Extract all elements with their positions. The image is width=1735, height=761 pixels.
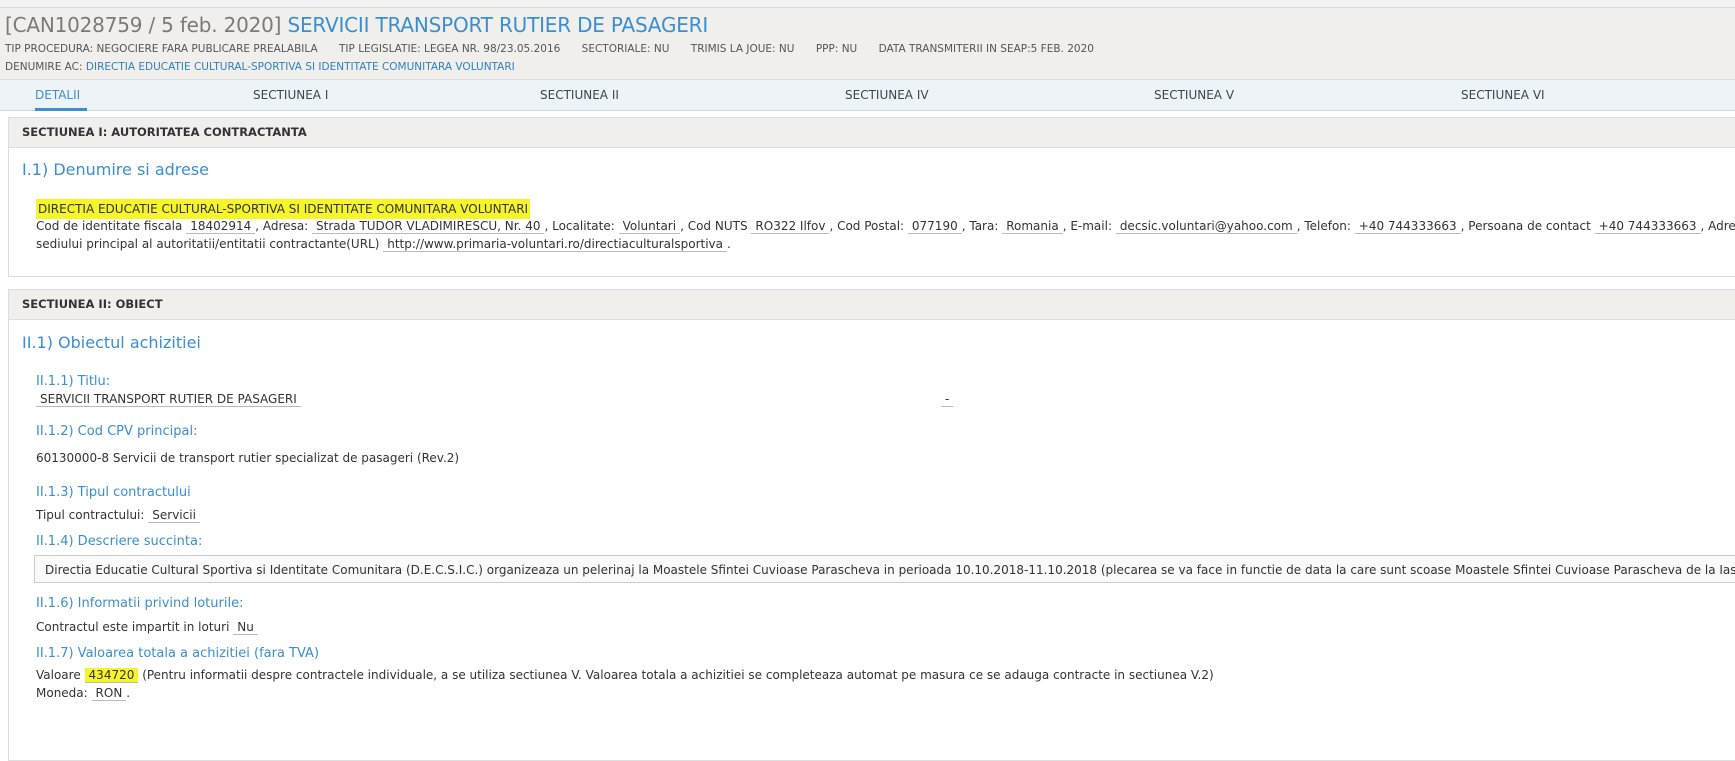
postal-value: 077190 [907,219,962,234]
titlu-label: II.1.1) Titlu: [36,374,111,389]
tara-label: , Tara: [961,219,999,233]
telefon-label: , Telefon: [1296,219,1351,233]
descriere-label: II.1.4) Descriere succinta: [36,534,203,549]
section-ii-header: SECTIUNEA II: OBIECT [9,290,1735,320]
adresa-trunc: , Adres [1700,219,1735,233]
titlu-value: SERVICII TRANSPORT RUTIER DE PASAGERI [36,392,301,407]
meta-legislatie: TIP LEGISLATIE: LEGEA NR. 98/23.05.2016 [339,43,561,55]
tara-value: Romania [1002,219,1063,234]
moneda-value: RON [91,686,127,701]
denumire-label: DENUMIRE AC: [5,61,83,73]
valoare-field-label: Valoare [36,668,81,682]
url-value[interactable]: http://www.primaria-voluntari.ro/directi… [383,237,727,252]
moneda-row: Moneda: RON. [36,686,131,701]
notice-header: [CAN1028759 / 5 feb. 2020] SERVICII TRAN… [0,8,1735,80]
nuts-value: RO322 Ilfov [751,219,830,234]
meta-sectoriale: SECTORIALE: NU [581,43,670,55]
cpv-label: II.1.2) Cod CPV principal: [36,424,198,439]
denumire-link[interactable]: DIRECTIA EDUCATIE CULTURAL-SPORTIVA SI I… [86,61,515,73]
meta-ppp: PPP: NU [815,43,858,55]
telefon-value: +40 744333663 [1354,219,1461,234]
descriere-box: Directia Educatie Cultural Sportiva si I… [34,555,1735,583]
localitate-value: Voluntari [618,219,681,234]
moneda-end: . [126,686,131,700]
titlu-dash-row: - [941,392,954,407]
cod-fiscal-value: 18402914 [186,219,256,234]
org-name: DIRECTIA EDUCATIE CULTURAL-SPORTIVA SI I… [36,199,531,219]
tip-field-label: Tipul contractului: [36,508,145,522]
postal-label: , Cod Postal: [829,219,905,233]
denumire-ac: DENUMIRE AC: DIRECTIA EDUCATIE CULTURAL-… [5,61,515,73]
tab-bar: DETALII SECTIUNEA I SECTIUNEA II SECTIUN… [0,80,1735,111]
valoare-note: (Pentru informatii despre contractele in… [142,668,1214,682]
valoare-value: 434720 [84,668,139,683]
moneda-label: Moneda: [36,686,88,700]
section-i-subtitle: I.1) Denumire si adrese [22,160,210,179]
tab-detalii[interactable]: DETALII [35,88,80,102]
url-label: sediului principal al autoritatii/entita… [36,237,380,251]
contact-value: +40 744333663 [1594,219,1701,234]
email-label: , E-mail: [1062,219,1112,233]
valoare-label: II.1.7) Valoarea totala a achizitiei (fa… [36,646,320,661]
valoare-row: Valoare 434720 (Pentru informatii despre… [36,668,1214,683]
loturi-row: Contractul este impartit in loturi Nu [36,620,258,635]
tab-sectiunea-v[interactable]: SECTIUNEA V [1154,88,1234,102]
notice-meta: TIP PROCEDURA: NEGOCIERE FARA PUBLICARE … [5,43,1112,55]
section-ii-subtitle: II.1) Obiectul achizitiei [22,333,201,352]
loturi-value: Nu [233,620,258,635]
email-value[interactable]: decsic.voluntari@yahoo.com [1115,219,1297,234]
tab-sectiunea-ii[interactable]: SECTIUNEA II [540,88,619,102]
titlu-dash: - [941,392,954,407]
meta-data-transmiterii: DATA TRANSMITERII IN SEAP:5 FEB. 2020 [878,43,1094,55]
cpv-value: 60130000-8 Servicii de transport rutier … [36,451,460,465]
tab-sectiunea-vi[interactable]: SECTIUNEA VI [1461,88,1545,102]
org-name-text: DIRECTIA EDUCATIE CULTURAL-SPORTIVA SI I… [36,199,531,219]
loturi-label: II.1.6) Informatii privind loturile: [36,596,244,611]
section-ii-panel: SECTIUNEA II: OBIECT II.1) Obiectul achi… [8,289,1735,761]
tab-sectiunea-i[interactable]: SECTIUNEA I [253,88,328,102]
top-strip [0,0,1735,8]
url-line: sediului principal al autoritatii/entita… [36,237,731,252]
notice-code: [CAN1028759 / 5 feb. 2020] [5,13,282,37]
cod-fiscal-label: Cod de identitate fiscala [36,219,183,233]
tip-label: II.1.3) Tipul contractului [36,485,191,500]
tip-value: Servicii [148,508,200,523]
meta-joue: TRIMIS LA JOUE: NU [690,43,795,55]
adresa-value: Strada TUDOR VLADIMIRESCU, Nr. 40 [312,219,545,234]
loturi-field-label: Contractul este impartit in loturi [36,620,230,634]
tab-sectiunea-iv[interactable]: SECTIUNEA IV [845,88,929,102]
meta-procedura: TIP PROCEDURA: NEGOCIERE FARA PUBLICARE … [5,43,318,55]
localitate-label: , Localitate: [544,219,615,233]
url-end: . [727,237,731,251]
section-i-panel: SECTIUNEA I: AUTORITATEA CONTRACTANTA I.… [8,117,1735,277]
active-tab-indicator [35,108,87,111]
notice-title[interactable]: SERVICII TRANSPORT RUTIER DE PASAGERI [287,13,708,37]
address-line: Cod de identitate fiscala 18402914, Adre… [36,219,1735,234]
section-i-header: SECTIUNEA I: AUTORITATEA CONTRACTANTA [9,118,1735,148]
contact-label: , Persoana de contact [1460,219,1591,233]
nuts-label: , Cod NUTS [680,219,748,233]
adresa-label: , Adresa: [255,219,309,233]
titlu-row: SERVICII TRANSPORT RUTIER DE PASAGERI [36,392,301,407]
page-title: [CAN1028759 / 5 feb. 2020] SERVICII TRAN… [5,13,708,37]
tip-row: Tipul contractului: Servicii [36,508,200,523]
